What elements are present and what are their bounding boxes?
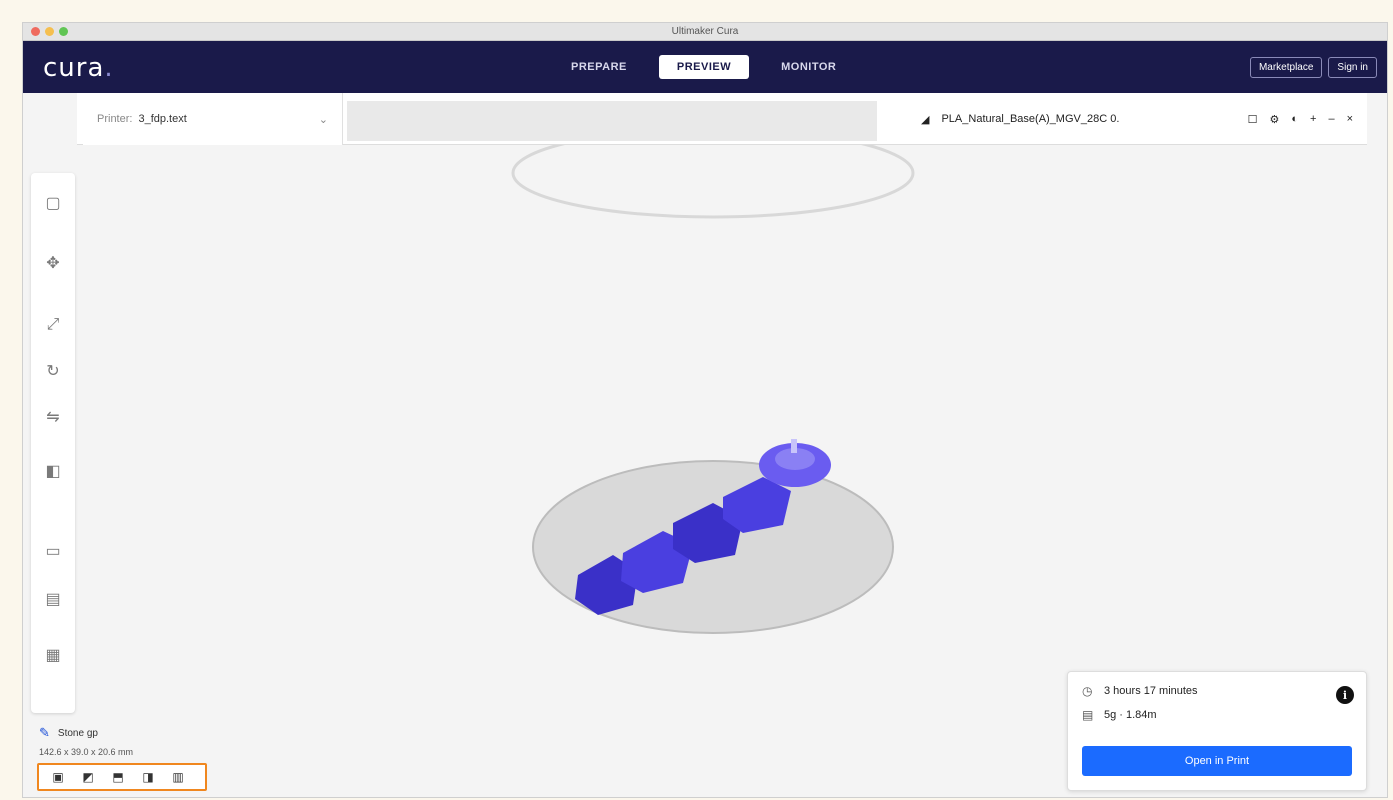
material-value: PLA_Natural_Base(A)_MGV_28C 0. bbox=[941, 113, 1120, 125]
printer-selector[interactable]: Printer: 3_fdp.text ⌄ bbox=[83, 93, 343, 145]
object-name-row[interactable]: ✎ Stone gp bbox=[37, 721, 207, 745]
view-orientation-bar: ▣ ◩ ⬒ ◨ ▥ bbox=[37, 763, 207, 791]
print-summary-panel: ◷ 3 hours 17 minutes ▤ 5g · 1.84m i Open… bbox=[1067, 671, 1367, 791]
layer-view-icon[interactable]: ▤ bbox=[41, 587, 65, 611]
scale-tool-icon[interactable]: ⤢ bbox=[41, 313, 65, 337]
object-name: Stone gp bbox=[57, 727, 98, 739]
tool-sidebar: ▢ ✥ ⤢ ↻ ⇋ ◧ ▭ ▤ ▦ bbox=[31, 173, 75, 713]
top-view-icon[interactable]: ⬒ bbox=[109, 770, 127, 784]
filament-icon: ◢ bbox=[921, 113, 930, 126]
support-blocker-icon[interactable]: ▭ bbox=[41, 539, 65, 563]
screen: Ultimaker Cura cura. PREPARE PREVIEW MON… bbox=[0, 0, 1393, 800]
cura-logo: cura. bbox=[43, 53, 114, 83]
stage-tabs: PREPARE PREVIEW MONITOR bbox=[553, 55, 854, 79]
close-icon[interactable]: × bbox=[1347, 113, 1353, 125]
window-title: Ultimaker Cura bbox=[671, 26, 739, 37]
print-time-row: ◷ 3 hours 17 minutes bbox=[1082, 684, 1352, 698]
material-usage: 5g · 1.84m bbox=[1104, 709, 1157, 721]
header-actions: Marketplace Sign in bbox=[1249, 57, 1377, 78]
app-window: Ultimaker Cura cura. PREPARE PREVIEW MON… bbox=[22, 22, 1388, 798]
top-toolbar: Printer: 3_fdp.text ⌄ ◢ PLA_Natural_Base… bbox=[77, 93, 1367, 145]
spool-icon: ▤ bbox=[1082, 708, 1094, 722]
left-view-icon[interactable]: ◨ bbox=[139, 770, 157, 784]
title-bar: Ultimaker Cura bbox=[23, 23, 1387, 41]
open-file-icon[interactable]: ▢ bbox=[41, 191, 65, 215]
tab-monitor[interactable]: MONITOR bbox=[763, 55, 854, 79]
object-dimensions: 142.6 x 39.0 x 20.6 mm bbox=[39, 747, 134, 757]
object-info: ✎ Stone gp 142.6 x 39.0 x 20.6 mm ▣ ◩ ⬒ … bbox=[37, 721, 207, 791]
sign-in-button[interactable]: Sign in bbox=[1328, 57, 1377, 78]
move-tool-icon[interactable]: ✥ bbox=[41, 251, 65, 275]
right-view-icon[interactable]: ▥ bbox=[169, 770, 187, 784]
mirror-tool-icon[interactable]: ⇋ bbox=[41, 405, 65, 429]
marketplace-button[interactable]: Marketplace bbox=[1249, 57, 1323, 78]
tab-prepare[interactable]: PREPARE bbox=[553, 55, 645, 79]
clock-icon: ◷ bbox=[1082, 684, 1093, 698]
chevron-down-icon: ⌄ bbox=[318, 113, 328, 126]
per-model-settings-icon[interactable]: ◧ bbox=[41, 459, 65, 483]
adhesion-icon[interactable]: ◐ bbox=[1291, 113, 1298, 125]
app-header: cura. PREPARE PREVIEW MONITOR Marketplac… bbox=[23, 41, 1387, 93]
3d-view-icon[interactable]: ▣ bbox=[49, 770, 67, 784]
print-settings-bar[interactable]: ◢ PLA_Natural_Base(A)_MGV_28C 0. ☐ ⚙ ◐ +… bbox=[907, 93, 1367, 145]
toolbar-spacer bbox=[347, 101, 877, 141]
pencil-icon: ✎ bbox=[39, 725, 50, 740]
3d-viewport[interactable]: Printer: 3_fdp.text ⌄ ◢ PLA_Natural_Base… bbox=[23, 93, 1387, 797]
open-print-button[interactable]: Open in Print bbox=[1082, 746, 1352, 776]
material-usage-row: ▤ 5g · 1.84m bbox=[1082, 708, 1352, 722]
settings-icon[interactable]: ⚙ bbox=[1269, 113, 1279, 126]
printer-label: Printer: bbox=[97, 113, 133, 125]
minimize-icon[interactable]: – bbox=[1328, 113, 1334, 125]
cube-icon[interactable]: ▦ bbox=[41, 643, 65, 667]
print-time: 3 hours 17 minutes bbox=[1104, 685, 1198, 697]
rotate-tool-icon[interactable]: ↻ bbox=[41, 359, 65, 383]
front-view-icon[interactable]: ◩ bbox=[79, 770, 97, 784]
add-icon[interactable]: + bbox=[1310, 113, 1316, 125]
support-icon[interactable]: ☐ bbox=[1248, 113, 1258, 126]
printer-value: 3_fdp.text bbox=[138, 113, 187, 125]
tab-preview[interactable]: PREVIEW bbox=[658, 55, 750, 79]
info-icon[interactable]: i bbox=[1336, 686, 1354, 704]
